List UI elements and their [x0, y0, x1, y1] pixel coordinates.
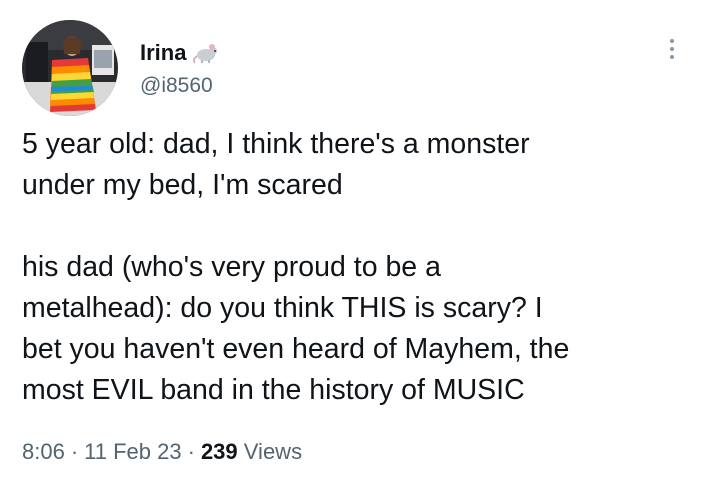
author-name-row: Irina: [140, 40, 220, 66]
more-options-icon[interactable]: [660, 32, 684, 66]
views-label[interactable]: Views: [244, 437, 302, 467]
tweet-paragraph-2: his dad (who's very proud to be a metalh…: [22, 251, 570, 406]
tweet-meta: 8:06 · 11 Feb 23 · 239 Views: [22, 437, 302, 467]
user-handle[interactable]: @i8560: [140, 73, 213, 99]
display-name[interactable]: Irina: [140, 40, 186, 66]
tweet-card: Irina @i8560 5 year old: dad, I think th…: [0, 0, 705, 491]
more-dot: [670, 39, 674, 43]
views-count[interactable]: 239: [201, 437, 238, 467]
more-dot: [670, 55, 674, 59]
tweet-text: 5 year old: dad, I think there's a monst…: [22, 124, 692, 411]
rat-emoji-icon: [192, 42, 220, 64]
tweet-date[interactable]: 11 Feb 23: [84, 437, 181, 467]
meta-separator: ·: [70, 439, 79, 464]
more-dot: [670, 47, 674, 51]
avatar[interactable]: [22, 20, 118, 116]
tweet-time[interactable]: 8:06: [22, 437, 65, 467]
tweet-paragraph-1: 5 year old: dad, I think there's a monst…: [22, 128, 530, 201]
meta-separator: ·: [187, 439, 195, 464]
